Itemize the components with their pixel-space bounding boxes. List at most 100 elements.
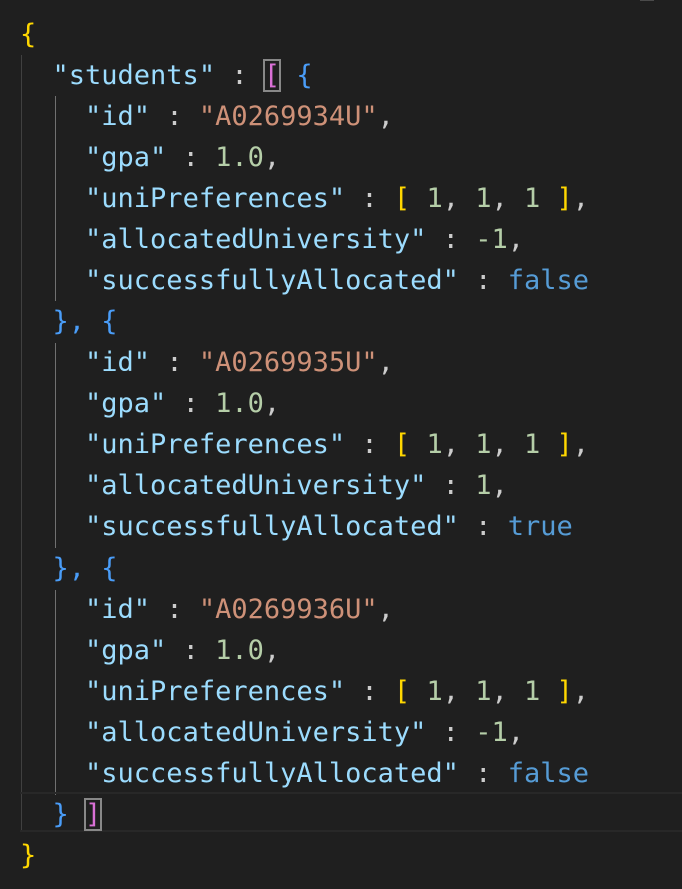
code-line[interactable]: "allocatedUniversity" : -1, [20,712,524,753]
code-line[interactable]: } [20,835,36,876]
code-line[interactable]: "successfullyAllocated" : true [20,506,573,547]
code-line[interactable]: } ] [20,794,103,835]
code-editor[interactable]: { "students" : [ { "id" : "A0269934U", "… [0,0,682,889]
pref-value: 1 [475,429,492,460]
id-value: "A0269934U" [198,101,378,132]
prefs-open-bracket: [ [393,183,411,214]
comma: , [491,183,524,214]
id-value: "A0269936U" [198,594,378,625]
gpa-value: 1.0 [215,142,264,173]
prefs-close-bracket: ] [556,429,573,460]
colon: : [345,183,394,214]
success-key: "successfullyAllocated" [85,511,459,542]
code-line[interactable]: }, { [20,548,118,589]
comma: , [491,429,524,460]
root-open-brace: { [20,19,37,50]
object-open-brace: { [296,60,313,91]
comma: , [263,635,281,666]
code-line[interactable]: "allocatedUniversity" : -1, [20,219,524,260]
prefs-close-bracket: ] [556,183,573,214]
prefs-close-bracket: ] [556,676,573,707]
comma: , [491,676,524,707]
object-separator: }, { [52,306,118,337]
pref-value: 1 [475,676,492,707]
comma: , [377,347,394,378]
code-line[interactable]: "students" : [ { [20,55,313,96]
id-key: "id" [85,594,151,625]
alloc-value: -1 [475,224,508,255]
pref-value: 1 [426,183,443,214]
code-line[interactable]: "allocatedUniversity" : 1, [20,465,508,506]
code-line[interactable]: "successfullyAllocated" : false [20,260,589,301]
comma: , [263,142,281,173]
alloc-value: 1 [475,470,492,501]
gpa-value: 1.0 [215,388,264,419]
colon: : [458,758,508,789]
gpa-value: 1.0 [215,635,264,666]
colon: : [166,142,216,173]
alloc-value: -1 [475,717,508,748]
colon: : [426,224,476,255]
prefs-open-bracket: [ [393,429,411,460]
colon: : [426,470,476,501]
colon: : [166,635,216,666]
success-value: false [507,265,589,296]
scroll-hint [640,0,654,1]
array-open-bracket: [ [262,59,282,92]
pref-value: 1 [524,183,541,214]
comma: , [572,429,590,460]
code-line[interactable]: { [20,14,36,55]
current-line-highlight [20,792,682,832]
code-line[interactable]: "successfullyAllocated" : false [20,753,589,794]
code-line[interactable]: "uniPreferences" : [ 1, 1, 1 ], [20,178,589,219]
id-value: "A0269935U" [198,347,378,378]
prefs-key: "uniPreferences" [85,429,346,460]
pref-value: 1 [524,429,541,460]
colon: : [458,265,508,296]
code-line[interactable]: "gpa" : 1.0, [20,383,280,424]
prefs-open-bracket: [ [393,676,411,707]
alloc-key: "allocatedUniversity" [85,470,427,501]
comma: , [491,470,508,501]
colon: : [426,717,476,748]
comma: , [507,224,524,255]
prefs-key: "uniPreferences" [85,676,346,707]
root-close-brace: } [20,840,37,871]
success-value: true [507,511,573,542]
comma: , [377,101,394,132]
alloc-key: "allocatedUniversity" [85,717,427,748]
id-key: "id" [85,347,151,378]
comma: , [507,717,524,748]
code-line[interactable]: "gpa" : 1.0, [20,630,280,671]
code-line[interactable]: "uniPreferences" : [ 1, 1, 1 ], [20,424,589,465]
code-line[interactable]: "id" : "A0269936U", [20,589,394,630]
success-value: false [507,758,589,789]
editor-top-edge [0,0,682,12]
comma: , [572,676,590,707]
colon: : [166,388,216,419]
code-line[interactable]: "uniPreferences" : [ 1, 1, 1 ], [20,671,589,712]
gpa-key: "gpa" [85,142,167,173]
pref-value: 1 [475,183,492,214]
alloc-key: "allocatedUniversity" [85,224,427,255]
code-line[interactable]: "gpa" : 1.0, [20,137,280,178]
success-key: "successfullyAllocated" [85,758,459,789]
comma: , [442,429,476,460]
pref-value: 1 [524,676,541,707]
colon: : [458,511,508,542]
code-line[interactable]: }, { [20,301,118,342]
code-line[interactable]: "id" : "A0269934U", [20,96,394,137]
code-line[interactable]: "id" : "A0269935U", [20,342,394,383]
success-key: "successfullyAllocated" [85,265,459,296]
prefs-key: "uniPreferences" [85,183,346,214]
gpa-key: "gpa" [85,388,167,419]
object-separator: }, { [52,553,118,584]
pref-value: 1 [426,429,443,460]
colon: : [345,676,394,707]
colon: : [345,429,394,460]
colon: : [150,347,199,378]
object-close-brace: } [52,799,69,830]
comma: , [442,183,476,214]
students-key: "students" [52,60,216,91]
comma: , [442,676,476,707]
